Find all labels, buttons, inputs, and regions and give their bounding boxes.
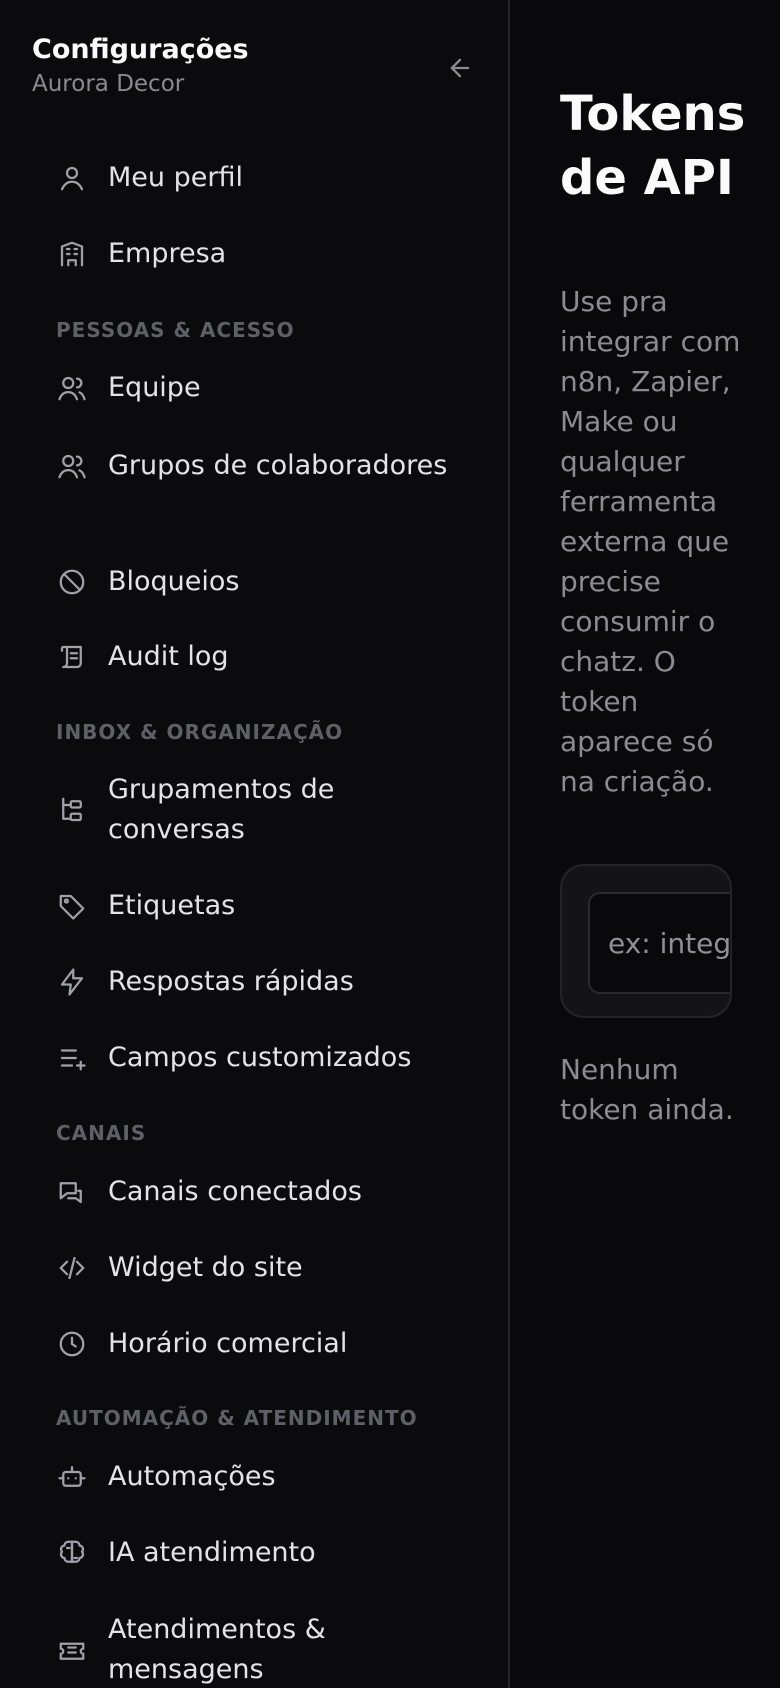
sidebar-item-label: Canais conectados — [108, 1176, 362, 1207]
clock-icon — [52, 1324, 92, 1364]
users-icon — [52, 368, 92, 408]
sidebar-item-label: Widget do site — [108, 1252, 303, 1283]
bot-icon — [52, 1457, 92, 1497]
settings-sidebar: Configurações Aurora Decor Meu perfil Em… — [0, 0, 510, 1688]
sidebar-header: Configurações Aurora Decor — [32, 30, 472, 110]
section-label-inbox-organizacao: INBOX & ORGANIZAÇÃO — [56, 720, 344, 744]
sidebar-item-label: Campos customizados — [108, 1042, 412, 1073]
sidebar-item-grupos-colaboradores[interactable]: Grupos de colaboradores — [52, 446, 472, 486]
sidebar-title: Configurações — [32, 34, 249, 65]
sidebar-item-label: Grupamentos de conversas — [108, 774, 335, 845]
sidebar-item-label: Meu perfil — [108, 162, 243, 193]
building-icon — [52, 234, 92, 274]
user-icon — [52, 158, 92, 198]
sidebar-item-empresa[interactable]: Empresa — [52, 234, 472, 274]
empty-state-text: Nenhum token ainda. — [560, 1053, 734, 1126]
sidebar-item-automacoes[interactable]: Automações — [52, 1457, 472, 1497]
zap-icon — [52, 962, 92, 1002]
scroll-icon — [52, 637, 92, 677]
sidebar-item-audit-log[interactable]: Audit log — [52, 637, 472, 677]
sidebar-item-canais-conectados[interactable]: Canais conectados — [52, 1172, 472, 1212]
settings-app: Configurações Aurora Decor Meu perfil Em… — [0, 0, 780, 1688]
sidebar-item-grupamentos-conversas[interactable]: Grupamentos de conversas — [52, 770, 472, 850]
folder-tree-icon — [52, 790, 92, 830]
sidebar-item-label: Empresa — [108, 238, 227, 269]
sidebar-item-label: Etiquetas — [108, 890, 236, 921]
list-plus-icon — [52, 1038, 92, 1078]
sidebar-item-label: Horário comercial — [108, 1328, 348, 1359]
sidebar-item-respostas-rapidas[interactable]: Respostas rápidas — [52, 962, 472, 1002]
sidebar-item-label: Equipe — [108, 372, 201, 403]
page-title: Tokens de API — [560, 86, 746, 207]
sidebar-item-atendimentos-mensagens[interactable]: Atendimentos & mensagens — [52, 1610, 472, 1688]
sidebar-item-label: Bloqueios — [108, 566, 240, 597]
sidebar-item-campos-customizados[interactable]: Campos customizados — [52, 1038, 472, 1078]
section-label-canais: CANAIS — [56, 1121, 147, 1145]
ticket-icon — [52, 1630, 92, 1670]
code-icon — [52, 1248, 92, 1288]
sidebar-item-label: Grupos de colaboradores — [108, 450, 448, 481]
workspace-name: Aurora Decor — [32, 71, 185, 97]
sidebar-item-label: Audit log — [108, 641, 229, 672]
brain-icon — [52, 1533, 92, 1573]
sidebar-item-ia-atendimento[interactable]: IA atendimento — [52, 1533, 472, 1573]
section-label-pessoas-acesso: PESSOAS & ACESSO — [56, 318, 295, 342]
sidebar-item-label: Atendimentos & mensagens — [108, 1614, 326, 1685]
sidebar-item-label: Automações — [108, 1461, 276, 1492]
sidebar-item-label: Respostas rápidas — [108, 966, 354, 997]
sidebar-item-equipe[interactable]: Equipe — [52, 368, 472, 408]
create-token-card — [560, 864, 732, 1018]
sidebar-item-etiquetas[interactable]: Etiquetas — [52, 886, 472, 926]
messages-icon — [52, 1172, 92, 1212]
page-description: Use pra integrar com n8n, Zapier, Make o… — [560, 285, 741, 798]
sidebar-item-meu-perfil[interactable]: Meu perfil — [52, 158, 472, 198]
collapse-sidebar-button[interactable] — [440, 48, 480, 88]
users-group-icon — [52, 446, 92, 486]
arrow-left-icon — [450, 58, 470, 78]
api-tokens-page: Tokens de API Use pra integrar com n8n, … — [512, 0, 780, 1688]
token-name-input[interactable] — [588, 892, 730, 994]
sidebar-item-bloqueios[interactable]: Bloqueios — [52, 562, 472, 602]
sidebar-item-widget-site[interactable]: Widget do site — [52, 1248, 472, 1288]
ban-icon — [52, 562, 92, 602]
section-label-automacao-atendimento: AUTOMAÇÃO & ATENDIMENTO — [56, 1406, 418, 1430]
sidebar-item-horario-comercial[interactable]: Horário comercial — [52, 1324, 472, 1364]
tag-icon — [52, 886, 92, 926]
sidebar-item-label: IA atendimento — [108, 1537, 316, 1568]
